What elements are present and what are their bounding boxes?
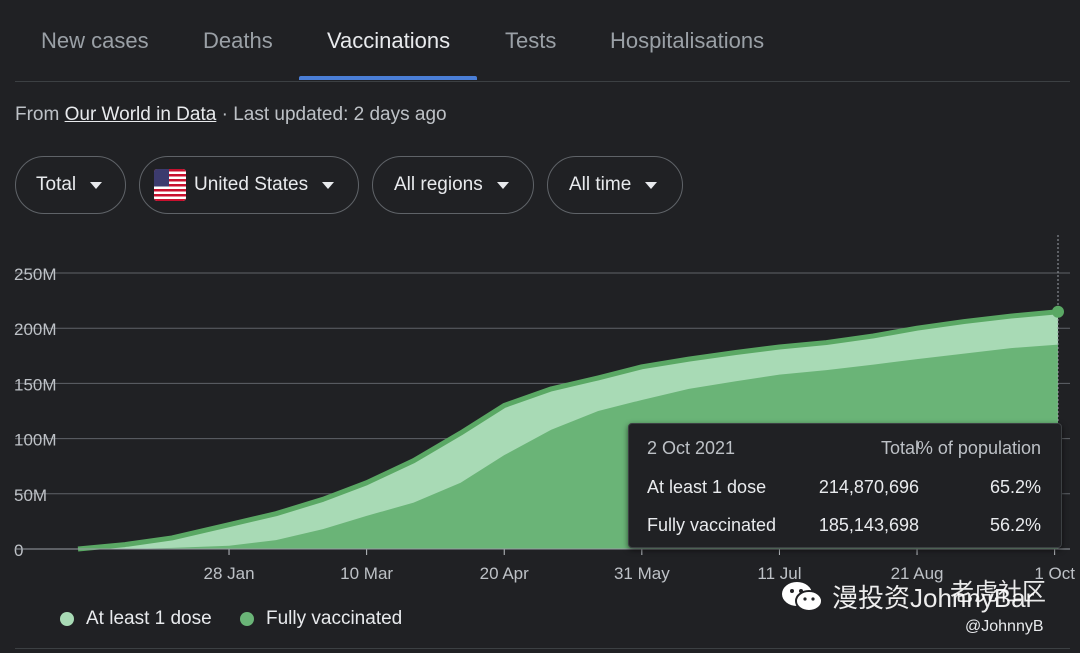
legend-item-first-dose[interactable]: At least 1 dose — [60, 608, 212, 630]
us-flag-icon — [154, 169, 186, 201]
watermark-brand: 老虎社区 — [950, 579, 1046, 606]
legend-swatch — [60, 612, 74, 626]
tooltip-col-pct: % of population — [916, 438, 1041, 458]
source-link[interactable]: Our World in Data — [65, 104, 217, 125]
chevron-down-icon — [322, 181, 335, 189]
divider — [15, 648, 1070, 649]
watermark-handle: @JohnnyB — [965, 618, 1044, 635]
tab-tests[interactable]: Tests — [505, 28, 556, 54]
tab-hospitalisations[interactable]: Hospitalisations — [610, 28, 764, 54]
tab-deaths[interactable]: Deaths — [203, 28, 273, 54]
active-tab-indicator — [299, 76, 477, 80]
tab-new-cases[interactable]: New cases — [41, 28, 149, 54]
x-tick-label: 31 May — [614, 564, 670, 583]
tooltip-row-total: 214,870,696 — [818, 477, 919, 497]
tooltip-col-total: Total — [880, 438, 919, 458]
y-tick-label: 150M — [14, 375, 57, 394]
legend-label: Fully vaccinated — [266, 608, 403, 629]
legend-swatch — [240, 612, 254, 626]
metric-dropdown[interactable]: Total — [15, 156, 126, 214]
tooltip-row-pct: 56.2% — [989, 515, 1041, 535]
wechat-icon — [782, 581, 823, 612]
chevron-down-icon — [645, 181, 658, 189]
metric-dropdown-label: Total — [36, 174, 77, 195]
legend-label: At least 1 dose — [86, 608, 212, 629]
country-dropdown[interactable]: United States — [139, 156, 359, 214]
x-tick-label: 28 Jan — [204, 564, 255, 583]
period-dropdown-label: All time — [569, 174, 632, 195]
x-tick-label: 20 Apr — [480, 564, 529, 583]
country-dropdown-label: United States — [194, 174, 309, 195]
tooltip-row-label: At least 1 dose — [647, 477, 767, 497]
y-tick-label: 250M — [14, 265, 57, 284]
tab-bar: New cases Deaths Vaccinations Tests Hosp… — [15, 0, 1070, 82]
chart-tooltip: 2 Oct 2021 Total % of population At leas… — [628, 423, 1062, 548]
tab-vaccinations[interactable]: Vaccinations — [327, 28, 450, 54]
period-dropdown[interactable]: All time — [547, 156, 683, 214]
y-tick-label: 100M — [14, 431, 57, 450]
chevron-down-icon — [496, 181, 509, 189]
tooltip-header: 2 Oct 2021 Total % of population — [647, 438, 1041, 462]
source-line: From Our World in Data · Last updated: 2… — [15, 104, 447, 126]
source-prefix: From — [15, 104, 65, 125]
tooltip-row-pct: 65.2% — [989, 477, 1041, 497]
last-updated: · Last updated: 2 days ago — [216, 104, 447, 125]
legend-item-fully[interactable]: Fully vaccinated — [240, 608, 402, 630]
region-dropdown[interactable]: All regions — [372, 156, 534, 214]
y-tick-label: 0 — [14, 541, 23, 560]
hover-point — [1052, 305, 1064, 318]
x-tick-label: 10 Mar — [340, 564, 393, 583]
tooltip-row-total: 185,143,698 — [818, 515, 919, 535]
tooltip-row-first-dose: At least 1 dose 214,870,696 65.2% — [647, 477, 1041, 501]
region-dropdown-label: All regions — [394, 174, 483, 195]
tooltip-row-fully: Fully vaccinated 185,143,698 56.2% — [647, 515, 1041, 539]
y-tick-label: 50M — [14, 486, 47, 505]
tooltip-row-label: Fully vaccinated — [647, 515, 777, 535]
y-tick-label: 200M — [14, 320, 57, 339]
chevron-down-icon — [90, 181, 103, 189]
tooltip-date: 2 Oct 2021 — [647, 438, 736, 458]
